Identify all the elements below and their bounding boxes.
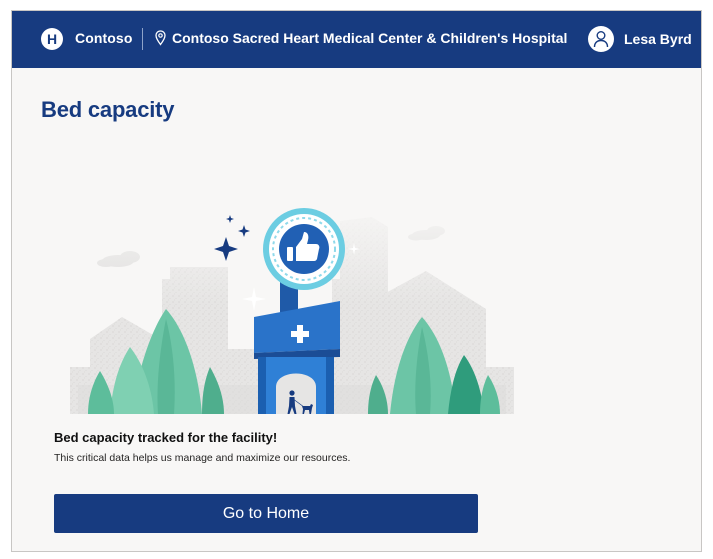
confirmation-description: This critical data helps us manage and m… [54,452,351,464]
location-pin-icon [155,30,166,46]
page-title: Bed capacity [41,97,175,122]
hospital-logo-icon[interactable]: H [41,28,63,50]
go-to-home-button[interactable]: Go to Home [54,494,478,533]
logo-letter: H [46,31,58,47]
top-bar: H Contoso Contoso Sacred Heart Medical C… [12,11,701,68]
facility-name[interactable]: Contoso Sacred Heart Medical Center & Ch… [172,30,567,46]
user-avatar-icon[interactable] [588,26,614,52]
brand-name[interactable]: Contoso [75,30,132,46]
header-divider [142,28,143,50]
thumbs-up-icon [263,208,345,290]
user-name[interactable]: Lesa Byrd [624,31,692,47]
bed-capacity-illustration [70,208,514,414]
confirmation-heading: Bed capacity tracked for the facility! [54,430,278,445]
app-frame: H Contoso Contoso Sacred Heart Medical C… [11,10,702,552]
